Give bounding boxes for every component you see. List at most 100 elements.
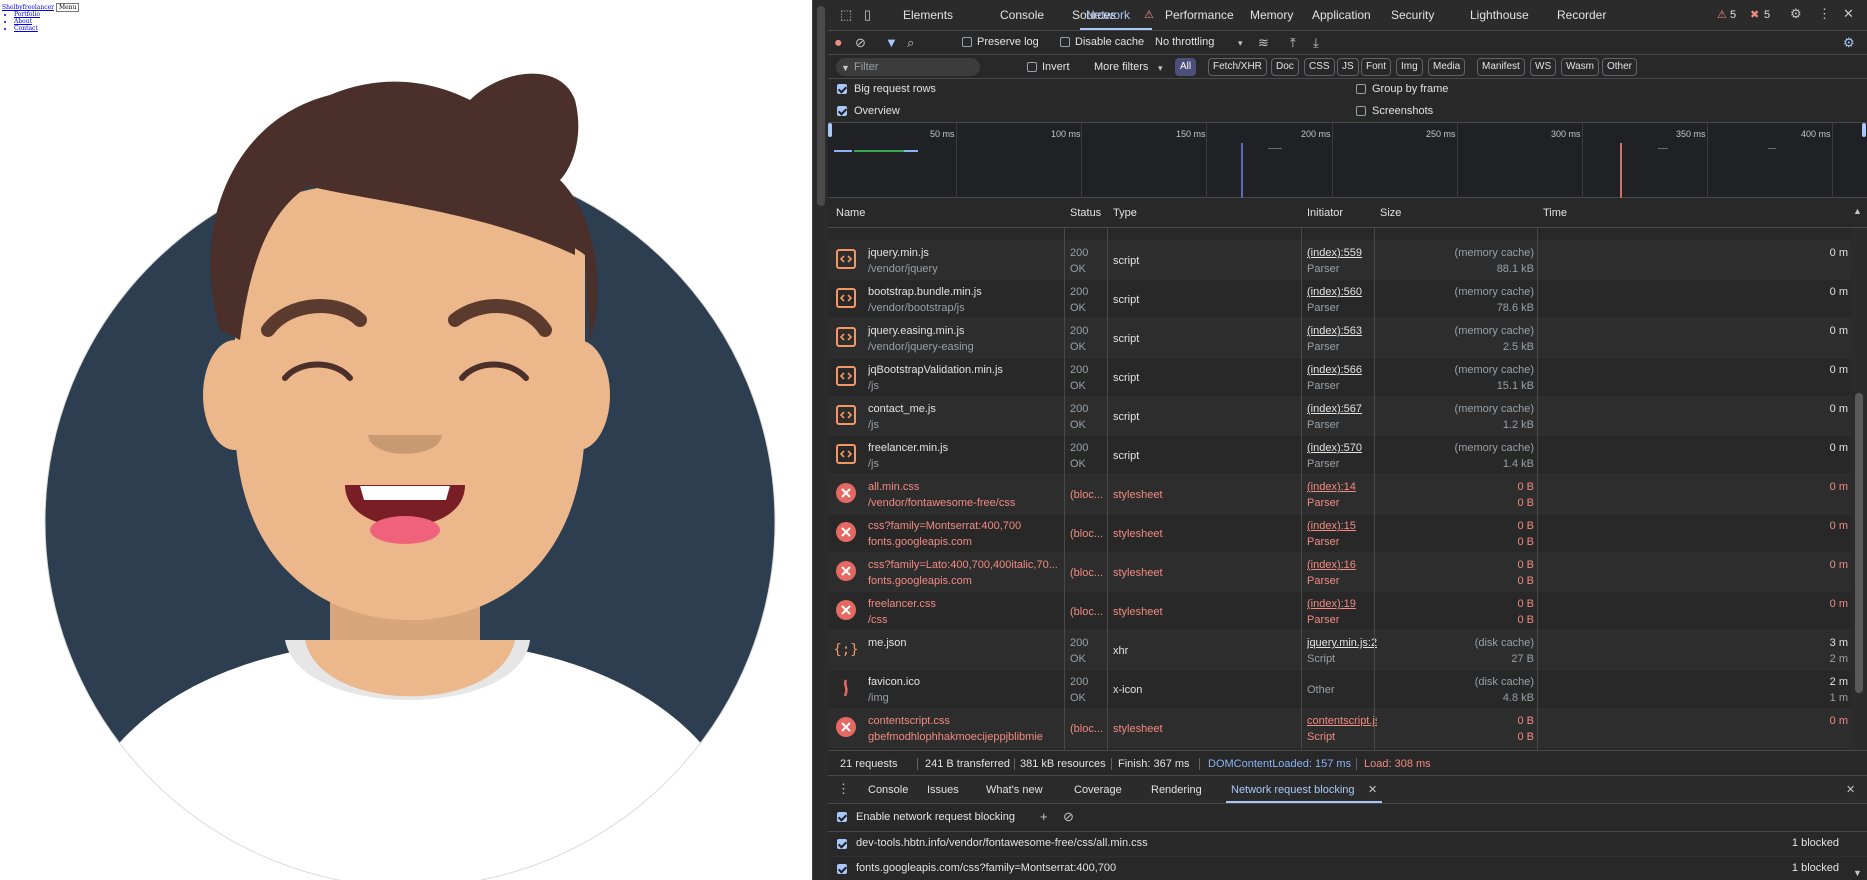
overview-checkbox[interactable] — [837, 106, 847, 116]
tab-memory[interactable]: Memory — [1250, 8, 1293, 22]
device-toolbar-icon[interactable]: ▯ — [864, 8, 871, 22]
error-count[interactable]: 5 — [1764, 9, 1770, 21]
column-initiator[interactable]: Initiator — [1307, 207, 1343, 219]
tab-application[interactable]: Application — [1312, 8, 1371, 22]
drawer-tab-console[interactable]: Console — [868, 784, 908, 796]
menu-button[interactable]: Menu — [56, 3, 80, 12]
request-row[interactable]: favicon.ico/img 200 OK x-icon Other (disk cac… — [828, 670, 1851, 709]
drawer-tab-whats-new[interactable]: What's new — [986, 784, 1043, 796]
import-har-icon[interactable]: ⤒ — [1290, 36, 1296, 50]
clear-patterns-icon[interactable]: ⊘ — [1063, 810, 1074, 824]
more-options-icon[interactable]: ⋮ — [1818, 7, 1831, 21]
request-name[interactable]: favicon.ico — [868, 676, 1063, 688]
scrollbar-thumb[interactable] — [1855, 393, 1863, 693]
overview-handle-left[interactable] — [828, 123, 832, 137]
scroll-up-icon[interactable]: ▲ — [1853, 204, 1862, 218]
request-row[interactable]: jquery.min.js/vendor/jquery 200 OK script (i… — [828, 241, 1851, 280]
column-time[interactable]: Time — [1543, 207, 1567, 219]
filter-type-font[interactable]: Font — [1361, 58, 1392, 76]
request-row[interactable]: contentscript.css gbefmodhlophhakmoecijep… — [828, 709, 1851, 748]
network-settings-icon[interactable]: ⚙ — [1843, 36, 1855, 50]
throttling-select[interactable]: No throttling — [1155, 36, 1214, 48]
request-list-scrollbar[interactable] — [1851, 228, 1867, 750]
pattern-checkbox[interactable] — [837, 839, 847, 849]
request-initiator-link[interactable]: (index):567 — [1307, 403, 1377, 415]
big-request-rows-checkbox[interactable] — [837, 84, 847, 94]
filter-funnel-icon[interactable]: ▼ — [885, 36, 898, 50]
request-name[interactable]: contact_me.js — [868, 403, 1063, 415]
warning-count-icon[interactable]: ⚠ — [1717, 8, 1727, 22]
request-name[interactable]: jquery.min.js — [868, 247, 1063, 259]
network-overview[interactable]: 50 ms 100 ms 150 ms 200 ms 250 ms 300 ms… — [828, 123, 1867, 198]
network-conditions-icon[interactable]: ≋ — [1258, 36, 1269, 50]
tab-security[interactable]: Security — [1391, 8, 1434, 22]
add-pattern-icon[interactable]: + — [1040, 810, 1048, 824]
request-row[interactable]: contact_me.js/js 200 OK script (index):567 Pa… — [828, 397, 1851, 436]
screenshots-checkbox[interactable] — [1356, 106, 1366, 116]
group-by-frame-checkbox[interactable] — [1356, 84, 1366, 94]
drawer-menu-icon[interactable]: ⋮ — [837, 782, 850, 796]
close-devtools-icon[interactable]: ✕ — [1843, 7, 1854, 21]
request-initiator-link[interactable]: (index):563 — [1307, 325, 1377, 337]
more-filters-dropdown[interactable]: More filters — [1094, 61, 1148, 73]
request-initiator-link[interactable]: (index):14 — [1307, 481, 1377, 493]
request-initiator-link[interactable]: jquery.min.js:2 — [1307, 637, 1377, 649]
filter-type-wasm[interactable]: Wasm — [1561, 58, 1599, 76]
tab-elements[interactable]: Elements — [903, 8, 953, 22]
filter-type-other[interactable]: Other — [1602, 58, 1638, 76]
close-tab-icon[interactable]: ✕ — [1368, 783, 1377, 797]
brand-link[interactable]: Shelbyfreelancer — [2, 4, 54, 11]
request-row[interactable]: jquery.easing.min.js/vendor/jquery-easin… — [828, 319, 1851, 358]
drawer-tab-rendering[interactable]: Rendering — [1151, 784, 1202, 796]
request-initiator-link[interactable]: (index):566 — [1307, 364, 1377, 376]
request-row[interactable]: freelancer.css/css (bloc... stylesheet (ind… — [828, 592, 1851, 631]
request-row[interactable]: all.min.css/vendor/fontawesome-free/css (… — [828, 475, 1851, 514]
filter-type-all[interactable]: All — [1175, 58, 1197, 76]
request-row[interactable]: {;} me.json 200 OK xhr jquery.min.js:2 Script (… — [828, 631, 1851, 670]
tab-lighthouse[interactable]: Lighthouse — [1470, 8, 1529, 22]
request-initiator-link[interactable]: contentscript.js — [1307, 715, 1377, 727]
more-filters-chevron-icon[interactable]: ▾ — [1158, 61, 1163, 75]
request-name[interactable]: jqBootstrapValidation.min.js — [868, 364, 1063, 376]
request-row[interactable]: freelancer.min.js/js 200 OK script (index):5… — [828, 436, 1851, 475]
scroll-down-icon[interactable]: ▼ — [1853, 866, 1862, 880]
inspect-element-icon[interactable]: ⬚ — [840, 8, 852, 22]
tab-console[interactable]: Console — [1000, 8, 1044, 22]
throttling-dropdown-icon[interactable]: ▾ — [1238, 36, 1243, 50]
request-initiator-link[interactable]: (index):15 — [1307, 520, 1377, 532]
blocked-pattern-row[interactable]: dev-tools.hbtn.info/vendor/fontawesome-f… — [828, 832, 1867, 856]
blocked-pattern-row[interactable]: fonts.googleapis.com/css?family=Montserr… — [828, 856, 1867, 880]
request-row[interactable]: css?family=Montserrat:400,700 fonts.googl… — [828, 514, 1851, 553]
scrollbar-thumb[interactable] — [817, 6, 825, 206]
page-scrollbar[interactable] — [812, 0, 828, 880]
record-icon[interactable]: ⏺ — [835, 36, 842, 50]
nav-item-about[interactable]: About — [14, 18, 79, 25]
filter-type-fetch-xhr[interactable]: Fetch/XHR — [1208, 58, 1267, 76]
invert-checkbox[interactable] — [1027, 62, 1037, 72]
request-name[interactable]: all.min.css — [868, 481, 1063, 493]
column-type[interactable]: Type — [1113, 207, 1137, 219]
request-name[interactable]: freelancer.min.js — [868, 442, 1063, 454]
filter-type-manifest[interactable]: Manifest — [1477, 58, 1525, 76]
error-count-icon[interactable]: ✖ — [1750, 8, 1759, 22]
request-name[interactable]: bootstrap.bundle.min.js — [868, 286, 1063, 298]
request-row[interactable]: jqBootstrapValidation.min.js/js 200 OK scri… — [828, 358, 1851, 397]
request-name[interactable]: me.json — [868, 637, 1063, 649]
request-initiator-link[interactable]: (index):559 — [1307, 247, 1377, 259]
column-status[interactable]: Status — [1070, 207, 1101, 219]
clear-icon[interactable]: ⊘ — [855, 36, 866, 50]
request-name[interactable]: jquery.easing.min.js — [868, 325, 1063, 337]
filter-type-doc[interactable]: Doc — [1271, 58, 1299, 76]
request-name[interactable]: freelancer.css — [868, 598, 1063, 610]
disable-cache-checkbox[interactable] — [1060, 37, 1070, 47]
filter-input[interactable]: Filter — [836, 58, 980, 76]
nav-item-portfolio[interactable]: Portfolio — [14, 11, 79, 18]
filter-type-img[interactable]: Img — [1396, 58, 1423, 76]
preserve-log-checkbox[interactable] — [962, 37, 972, 47]
request-name[interactable]: css?family=Lato:400,700,400italic,70... — [868, 559, 1063, 571]
filter-type-js[interactable]: JS — [1337, 58, 1359, 76]
close-drawer-icon[interactable]: ✕ — [1846, 783, 1855, 797]
drawer-tab-issues[interactable]: Issues — [927, 784, 959, 796]
search-icon[interactable]: ⌕ — [907, 36, 914, 50]
tab-network-label[interactable]: Network — [1086, 8, 1130, 22]
